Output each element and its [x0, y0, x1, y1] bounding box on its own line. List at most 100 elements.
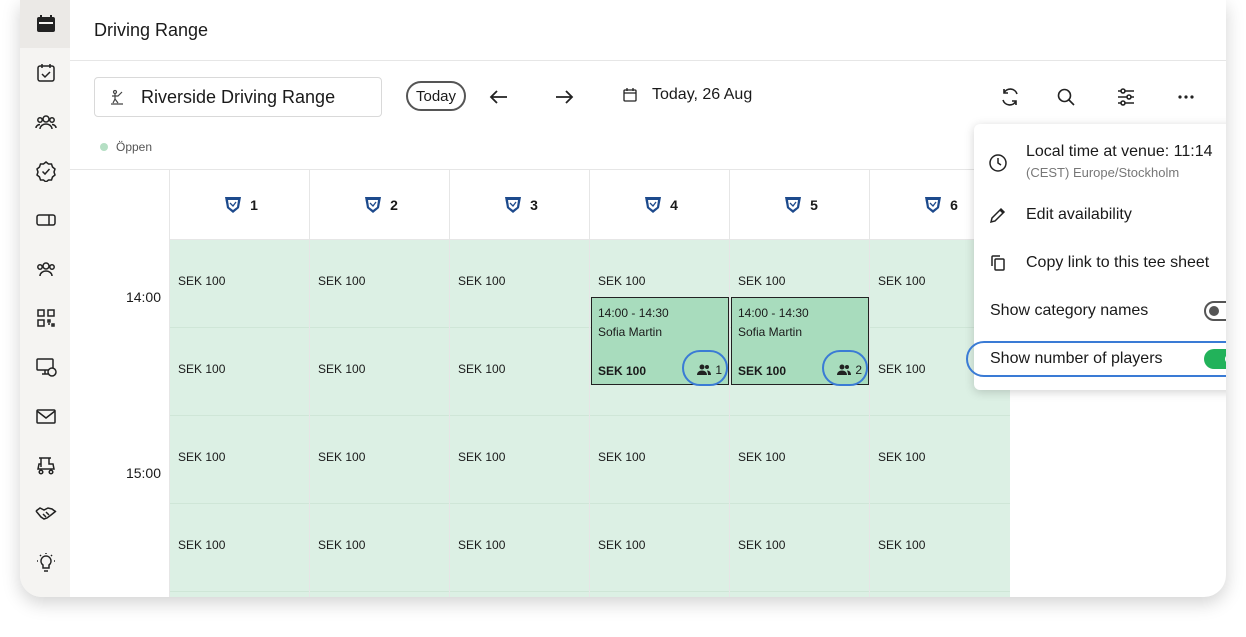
slot-price: SEK 100 [458, 274, 506, 288]
bay-column: 3 SEK 100 SEK 100 SEK 100 SEK 100 [449, 170, 590, 597]
handshake-icon[interactable] [35, 503, 57, 525]
bay-logo-icon [505, 196, 522, 213]
time-slot[interactable]: SEK 100 [310, 328, 450, 416]
bay-number: 3 [530, 196, 538, 213]
slot-price: SEK 100 [878, 450, 926, 464]
today-button[interactable]: Today [406, 81, 466, 111]
calendar-icon[interactable] [35, 13, 57, 35]
annotation-ring [682, 350, 728, 386]
slot-price: SEK 100 [738, 450, 786, 464]
slot-list: SEK 100 SEK 100 SEK 100 SEK 100 [170, 240, 310, 597]
time-slot[interactable]: SEK 100 [450, 416, 590, 504]
booking-card[interactable]: 14:00 - 14:30 Sofia Martin SEK 100 1 [591, 297, 729, 386]
edit-availability-label: Edit availability [1026, 206, 1132, 223]
time-slot[interactable]: SEK 100 [170, 504, 310, 592]
time-slot[interactable]: SEK 100 [450, 240, 590, 328]
bay-logo-icon [925, 196, 942, 213]
booking-price: SEK 100 [598, 364, 647, 378]
slot-price: SEK 100 [598, 538, 646, 552]
slot-list: SEK 100 SEK 100 SEK 100 14:00 - 14:30 So… [590, 240, 730, 597]
slot-price: SEK 100 [178, 538, 226, 552]
bay-column: 4 SEK 100 SEK 100 SEK 100 14:00 - 14:30 … [589, 170, 730, 597]
time-slot[interactable]: SEK 100 [450, 328, 590, 416]
search-icon[interactable] [1055, 86, 1077, 108]
slot-price: SEK 100 [738, 274, 786, 288]
status-label: Öppen [116, 140, 153, 154]
time-label: 14:00 [125, 289, 161, 305]
bay-column: 1 SEK 100 SEK 100 SEK 100 SEK 100 [169, 170, 310, 597]
slot-price: SEK 100 [598, 450, 646, 464]
copy-icon [991, 255, 1005, 271]
slot-price: SEK 100 [318, 362, 366, 376]
time-slot[interactable]: SEK 100 [170, 328, 310, 416]
ticket-icon[interactable] [35, 209, 57, 231]
local-time-label: Local time at venue: 11:14 [1026, 143, 1213, 160]
calendar-check-icon[interactable] [35, 62, 57, 84]
arrow-left-icon[interactable] [488, 86, 510, 108]
more-dots-icon[interactable] [1175, 86, 1197, 108]
time-slot[interactable]: SEK 100 [870, 416, 1010, 504]
annotation-highlight [966, 341, 1226, 377]
bay-header: 5 [730, 170, 870, 240]
time-slot[interactable]: SEK 100 [730, 416, 870, 504]
category-names-toggle[interactable] [1204, 301, 1226, 321]
refresh-icon[interactable] [999, 86, 1021, 108]
bay-header: 3 [450, 170, 590, 240]
bay-column: 2 SEK 100 SEK 100 SEK 100 SEK 100 [309, 170, 450, 597]
slot-price: SEK 100 [598, 274, 646, 288]
time-slot[interactable]: SEK 100 [170, 416, 310, 504]
slot-price: SEK 100 [878, 538, 926, 552]
sidebar [20, 0, 70, 597]
toggle-knob [1209, 306, 1219, 316]
booking-time: 14:00 - 14:30 [738, 306, 809, 320]
filter-sliders-icon[interactable] [1115, 86, 1137, 108]
bay-number: 4 [670, 196, 678, 213]
golf-cart-icon[interactable] [35, 454, 57, 476]
golfer-icon [111, 89, 123, 105]
time-column: 14:00 15:00 [70, 170, 169, 597]
bay-number: 5 [810, 196, 818, 213]
time-slot[interactable]: SEK 100 [170, 240, 310, 328]
users-icon[interactable] [35, 111, 57, 133]
app-window: Driving Range Riverside Driving Range To… [20, 0, 1226, 597]
time-slot[interactable]: SEK 100 [590, 416, 730, 504]
time-slot[interactable]: SEK 100 [590, 504, 730, 592]
time-slot[interactable]: SEK 100 [310, 504, 450, 592]
time-slot[interactable]: SEK 100 [310, 416, 450, 504]
edit-availability-item[interactable]: Edit availability [974, 195, 1226, 235]
lightbulb-icon[interactable] [35, 552, 57, 574]
group-icon[interactable] [35, 258, 57, 280]
bay-column: 5 SEK 100 SEK 100 SEK 100 14:00 - 14:30 … [729, 170, 870, 597]
booking-name: Sofia Martin [738, 325, 803, 339]
annotation-ring [822, 350, 868, 386]
monitor-payment-icon[interactable] [35, 356, 57, 378]
pencil-icon [989, 207, 1006, 224]
booking-card[interactable]: 14:00 - 14:30 Sofia Martin SEK 100 2 [731, 297, 869, 386]
booking-time: 14:00 - 14:30 [598, 306, 669, 320]
time-slot[interactable]: SEK 100 [310, 240, 450, 328]
bay-header: 1 [170, 170, 310, 240]
slot-price: SEK 100 [738, 538, 786, 552]
venue-name: Riverside Driving Range [141, 86, 336, 107]
slot-price: SEK 100 [318, 450, 366, 464]
status-indicator: Öppen [100, 140, 152, 154]
qr-code-icon[interactable] [35, 307, 57, 329]
bay-logo-icon [365, 196, 382, 213]
time-slot[interactable]: SEK 100 [450, 504, 590, 592]
calendar-small-icon [623, 88, 637, 102]
slot-price: SEK 100 [178, 450, 226, 464]
slot-price: SEK 100 [178, 274, 226, 288]
slot-price: SEK 100 [318, 274, 366, 288]
date-label: Today, 26 Aug [652, 86, 753, 103]
badge-check-icon[interactable] [35, 160, 57, 182]
copy-link-item[interactable]: Copy link to this tee sheet [974, 243, 1226, 283]
time-slot[interactable]: SEK 100 [870, 504, 1010, 592]
time-slot[interactable]: SEK 100 [730, 504, 870, 592]
show-category-names-item[interactable]: Show category names [974, 291, 1226, 331]
arrow-right-icon[interactable] [553, 86, 575, 108]
bay-number: 6 [950, 196, 958, 213]
mail-icon[interactable] [35, 405, 57, 427]
page-title: Driving Range [94, 20, 209, 40]
date-picker[interactable]: Today, 26 Aug [622, 86, 752, 104]
venue-selector[interactable]: Riverside Driving Range [94, 77, 382, 117]
